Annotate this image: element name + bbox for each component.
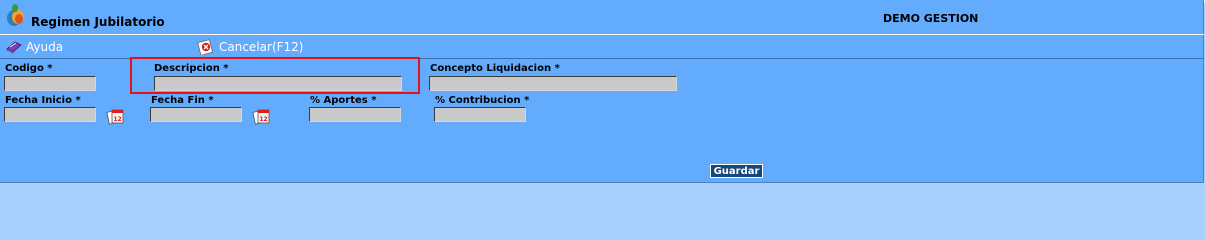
help-book-icon	[6, 41, 22, 54]
contribucion-input[interactable]	[434, 107, 526, 122]
svg-text:12: 12	[113, 116, 121, 123]
aportes-input[interactable]	[309, 107, 401, 122]
fecha-fin-input[interactable]	[150, 107, 242, 122]
app-logo-icon	[7, 4, 24, 26]
fecha-inicio-label: Fecha Inicio *	[5, 95, 81, 106]
help-label: Ayuda	[26, 40, 64, 54]
cancel-button[interactable]: Cancelar(F12)	[197, 39, 303, 55]
save-button[interactable]: Guardar	[710, 164, 763, 178]
aportes-label: % Aportes *	[310, 95, 377, 106]
svg-text:12: 12	[259, 116, 267, 123]
calendar-icon[interactable]: 12	[252, 107, 270, 125]
form-panel: Regimen Jubilatorio DEMO GESTION Ayuda C…	[0, 0, 1204, 183]
concepto-input[interactable]	[429, 76, 677, 91]
company-name: DEMO GESTION	[883, 12, 979, 25]
divider	[0, 34, 1204, 35]
calendar-icon[interactable]: 12	[106, 107, 124, 125]
codigo-label: Codigo *	[5, 63, 53, 74]
cancel-label: Cancelar(F12)	[219, 40, 304, 54]
concepto-label: Concepto Liquidacion *	[430, 63, 560, 74]
contribucion-label: % Contribucion *	[435, 95, 530, 106]
fecha-inicio-input[interactable]	[4, 107, 96, 122]
cancel-icon	[197, 39, 214, 55]
fecha-fin-label: Fecha Fin *	[151, 95, 214, 106]
codigo-input[interactable]	[4, 76, 96, 91]
help-button[interactable]: Ayuda	[6, 39, 63, 55]
page-title: Regimen Jubilatorio	[31, 15, 165, 29]
highlight-box	[130, 57, 420, 94]
